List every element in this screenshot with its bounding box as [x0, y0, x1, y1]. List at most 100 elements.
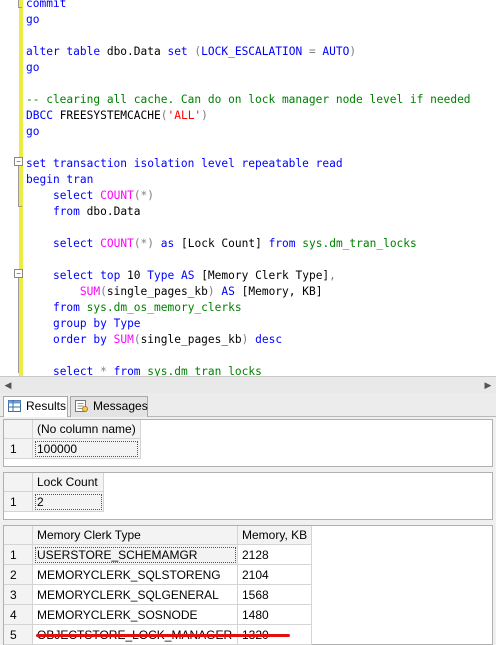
code-token: 10	[120, 269, 148, 282]
code-line[interactable]: from sys.dm_os_memory_clerks	[26, 300, 242, 316]
code-line[interactable]: DBCC FREESYSTEMCACHE('ALL')	[26, 108, 208, 124]
code-token: (	[100, 285, 107, 298]
row-number[interactable]: 1	[4, 491, 33, 512]
table-row[interactable]: 2 MEMORYCLERK_SQLSTORENG 2104	[4, 564, 313, 585]
fold-collapse-icon[interactable]: −	[14, 269, 23, 278]
grid-cell[interactable]: MEMORYCLERK_SQLGENERAL	[32, 584, 238, 605]
result-grid-2[interactable]: Lock Count 1 2	[3, 472, 493, 520]
code-token: from	[52, 205, 80, 218]
horizontal-scrollbar[interactable]: ◀ ▶	[0, 376, 496, 393]
grid-cell[interactable]: USERSTORE_SCHEMAMGR	[32, 544, 238, 565]
code-token: (*)	[133, 237, 155, 250]
code-line[interactable]: from dbo.Data	[26, 204, 141, 220]
code-token: 'ALL'	[167, 109, 202, 122]
row-number[interactable]: 2	[4, 564, 33, 585]
grid-cell[interactable]: 2128	[237, 544, 313, 565]
result-grid-3[interactable]: Memory Clerk Type Memory, KB 1 USERSTORE…	[3, 525, 493, 645]
code-token: set transaction isolation level repeatab…	[26, 157, 343, 170]
change-tracking-bar	[19, 0, 23, 376]
row-number[interactable]: 1	[4, 438, 33, 459]
code-line[interactable]: select top 10 Type AS [Memory Clerk Type…	[26, 268, 336, 284]
code-token: AS	[180, 269, 195, 282]
code-token: begin tran	[26, 173, 94, 186]
code-token: )	[349, 45, 357, 58]
tab-messages[interactable]: Messages	[70, 396, 148, 417]
scroll-right-arrow-icon[interactable]: ▶	[483, 380, 493, 390]
tab-results[interactable]: Results	[3, 396, 68, 417]
grid-cell[interactable]: 1568	[237, 584, 313, 605]
row-number[interactable]: 1	[4, 544, 33, 565]
code-token: [Memory Clerk Type]	[194, 269, 330, 282]
code-line[interactable]: select COUNT(*)	[26, 188, 154, 204]
row-number[interactable]: 4	[4, 604, 33, 625]
highlight-underline-annotation	[36, 634, 290, 637]
row-header-corner[interactable]	[4, 526, 33, 545]
code-token: set	[167, 45, 188, 58]
code-token: select	[52, 237, 94, 250]
code-line[interactable]: go	[26, 12, 39, 28]
table-row[interactable]: 1 100000	[4, 438, 141, 459]
query-editor[interactable]: − − commit go alter table dbo.Data set (LO…	[0, 0, 496, 376]
code-token: [Memory, KB]	[234, 285, 323, 298]
table-row[interactable]: 1 USERSTORE_SCHEMAMGR 2128	[4, 544, 313, 565]
code-token: FREESYSTEMCACHE	[52, 109, 161, 122]
code-token: sys.dm_os_memory_clerks	[86, 301, 242, 314]
tab-messages-label: Messages	[93, 399, 148, 413]
tab-results-label: Results	[26, 399, 67, 413]
grid-cell[interactable]: 1480	[237, 604, 313, 625]
code-line[interactable]: go	[26, 124, 39, 140]
grid-cell[interactable]: MEMORYCLERK_SQLSTORENG	[32, 564, 238, 585]
grid-icon	[8, 400, 21, 412]
code-line[interactable]: -- clearing all cache. Can do on lock ma…	[26, 92, 471, 108]
column-header[interactable]: Lock Count	[32, 473, 104, 492]
table-row[interactable]: 3 MEMORYCLERK_SQLGENERAL 1568	[4, 584, 313, 605]
code-token: dbo.Data	[100, 45, 168, 58]
grid-cell[interactable]: 2	[32, 491, 104, 512]
grid-cell[interactable]: 100000	[32, 438, 141, 459]
column-header[interactable]: Memory, KB	[237, 526, 313, 545]
row-header-corner[interactable]	[4, 420, 33, 439]
code-line[interactable]: group by Type	[26, 316, 141, 332]
code-token: Type	[113, 317, 141, 330]
code-line[interactable]: begin tran	[26, 172, 93, 188]
result-grid-1[interactable]: (No column name) 1 100000	[3, 419, 493, 467]
code-line[interactable]: SUM(single_pages_kb) AS [Memory, KB]	[26, 284, 323, 300]
code-token: *	[93, 365, 114, 376]
code-line[interactable]: set transaction isolation level repeatab…	[26, 156, 343, 172]
grid-cell[interactable]: MEMORYCLERK_SOSNODE	[32, 604, 238, 625]
code-line[interactable]: commit	[26, 0, 66, 12]
fold-collapse-icon[interactable]: −	[14, 157, 23, 166]
code-token: group by	[52, 317, 107, 330]
code-line[interactable]: order by SUM(single_pages_kb) desc	[26, 332, 282, 348]
code-line[interactable]: select COUNT(*) as [Lock Count] from sys…	[26, 236, 417, 252]
row-header-corner[interactable]	[4, 473, 33, 492]
code-token: single_pages_kb	[140, 333, 242, 346]
row-number[interactable]: 3	[4, 584, 33, 605]
scroll-left-arrow-icon[interactable]: ◀	[3, 380, 13, 390]
code-token: dbo.Data	[79, 205, 141, 218]
code-line[interactable]: go	[26, 60, 39, 76]
code-token: DBCC	[26, 109, 53, 122]
fold-end-tick	[18, 206, 22, 207]
code-token: Type	[147, 269, 175, 282]
column-header[interactable]: (No column name)	[32, 420, 141, 439]
results-pane: (No column name) 1 100000 Lock Count 1 2	[0, 417, 496, 645]
row-number[interactable]: 5	[4, 624, 33, 645]
column-header[interactable]: Memory Clerk Type	[32, 526, 238, 545]
fold-line	[18, 278, 19, 373]
table-row[interactable]: 4 MEMORYCLERK_SOSNODE 1480	[4, 604, 313, 625]
table-row[interactable]: 1 2	[4, 491, 104, 512]
code-token: go	[26, 61, 40, 74]
code-line[interactable]: alter table dbo.Data set (LOCK_ESCALATIO…	[26, 44, 356, 60]
code-token: ,	[329, 269, 336, 282]
grid-cell[interactable]: 2104	[237, 564, 313, 585]
code-line[interactable]: select * from sys.dm_tran_locks	[26, 364, 262, 376]
